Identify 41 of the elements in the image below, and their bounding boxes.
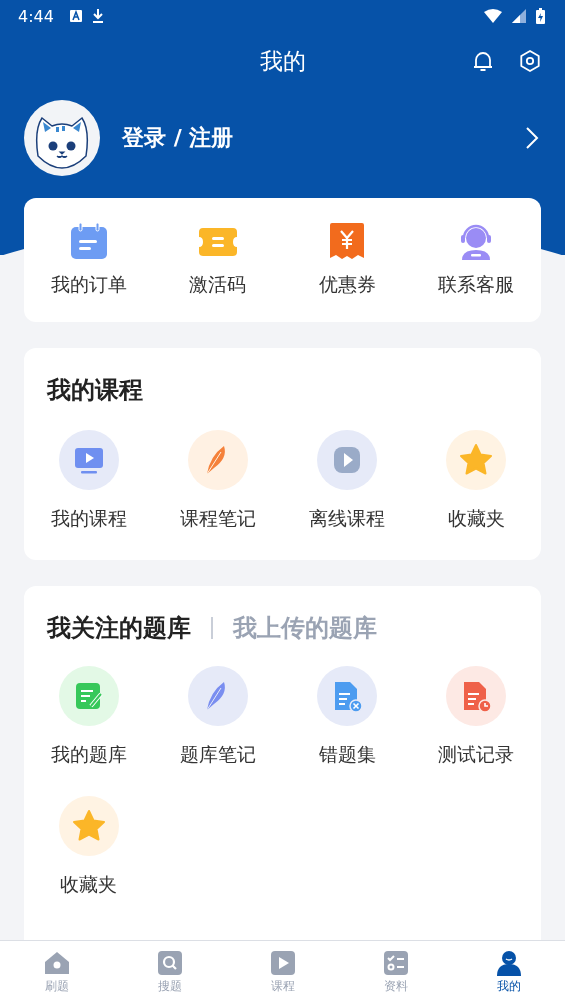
document-clock-icon[interactable] — [446, 666, 507, 726]
course-item-label[interactable]: 收藏夹 — [447, 506, 505, 532]
login-register-link[interactable]: 登录 / 注册 — [122, 123, 234, 153]
play-icon[interactable] — [317, 430, 378, 490]
font-icon — [69, 10, 82, 22]
cat-avatar[interactable] — [24, 100, 100, 176]
bank-item-label[interactable]: 收藏夹 — [60, 872, 118, 898]
document-cross-icon[interactable] — [317, 666, 378, 726]
status-time: 4:44 — [18, 6, 54, 26]
wifi-icon — [484, 9, 502, 23]
course-item-label[interactable]: 离线课程 — [309, 506, 386, 532]
feather-icon[interactable] — [187, 430, 248, 490]
quick-action-label[interactable]: 激活码 — [189, 272, 247, 298]
calendar-icon[interactable] — [68, 222, 109, 262]
home-icon — [43, 950, 70, 976]
section-title: 我的课程 — [46, 375, 144, 406]
search-icon — [156, 950, 183, 976]
bank-item-label[interactable]: 我的题库 — [50, 742, 127, 768]
page-title: 我的 — [259, 46, 306, 76]
bank-item-label[interactable]: 测试记录 — [438, 742, 515, 768]
chevron-right-icon[interactable] — [525, 126, 539, 150]
signal-icon — [512, 9, 526, 23]
bank-tab[interactable]: 我关注的题库 — [47, 612, 191, 644]
bank-item-label[interactable]: 错题集 — [318, 742, 376, 768]
checklist-icon — [382, 950, 409, 976]
quick-action-label[interactable]: 联系客服 — [438, 272, 515, 298]
course-item-label[interactable]: 课程笔记 — [179, 506, 256, 532]
download-icon — [91, 9, 104, 23]
course-item-label[interactable]: 我的课程 — [50, 506, 127, 532]
nav-tab[interactable]: 我的 — [452, 941, 565, 1004]
notification-icon[interactable] — [471, 49, 495, 73]
settings-icon[interactable] — [518, 49, 542, 73]
feather-icon[interactable] — [187, 666, 248, 726]
screen-play-icon[interactable] — [58, 430, 119, 490]
bank-item-label[interactable]: 题库笔记 — [179, 742, 256, 768]
person-icon — [495, 950, 522, 976]
battery-icon — [536, 8, 545, 24]
quick-action-label[interactable]: 优惠券 — [318, 272, 376, 298]
note-pencil-icon[interactable] — [58, 666, 119, 726]
play-icon — [269, 950, 296, 976]
quick-action-label[interactable]: 我的订单 — [50, 272, 127, 298]
